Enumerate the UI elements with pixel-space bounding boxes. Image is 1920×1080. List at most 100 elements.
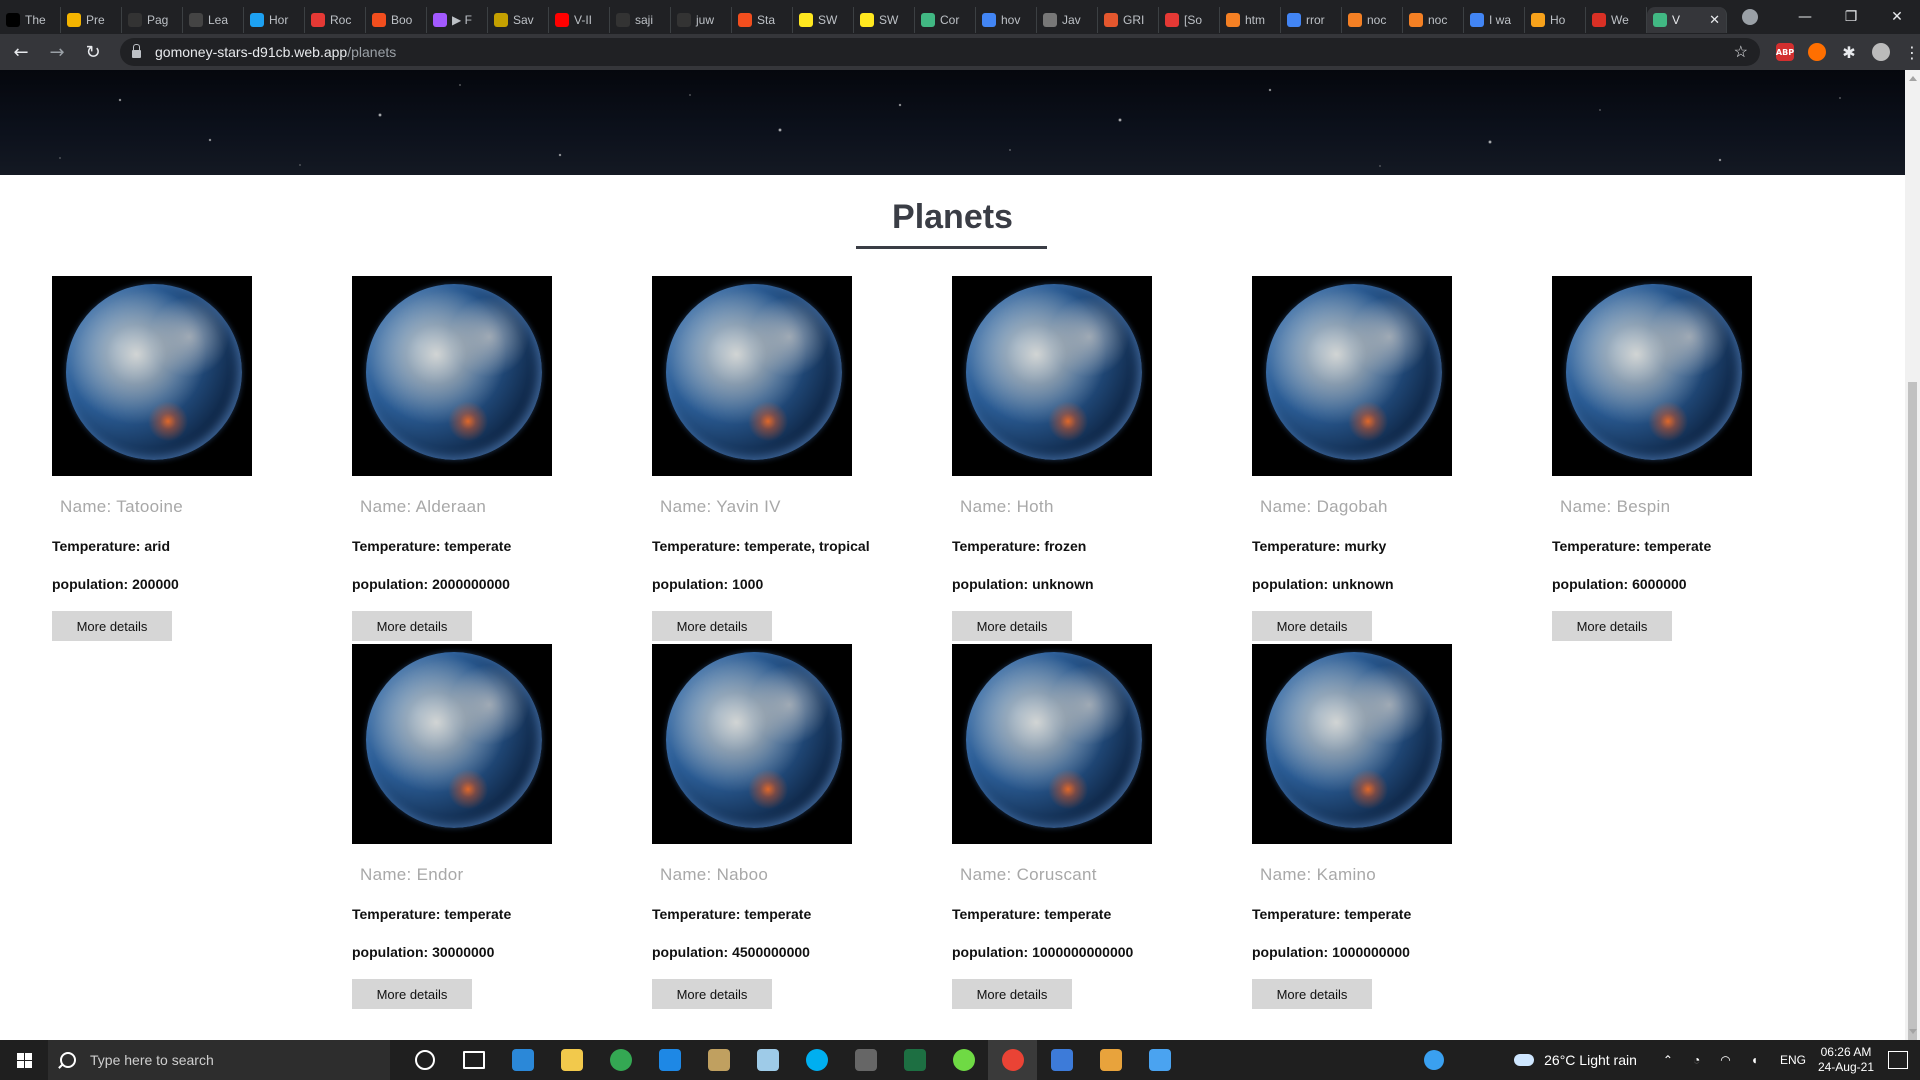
notification-icon[interactable] — [1888, 1051, 1908, 1069]
back-button[interactable]: ← — [6, 42, 36, 63]
close-tab-icon[interactable]: ✕ — [1709, 12, 1720, 28]
help-icon[interactable] — [1424, 1050, 1445, 1070]
browser-tab[interactable]: We — [1586, 7, 1647, 33]
browser-tab[interactable]: The — [0, 7, 61, 33]
more-details-button[interactable]: More details — [52, 611, 172, 641]
weather-widget[interactable]: 26°C Light rain — [1514, 1052, 1637, 1068]
planet-card: Name: Tatooine Temperature: arid populatio… — [52, 276, 342, 641]
planet-globe — [366, 652, 542, 828]
video-editor-icon[interactable] — [841, 1040, 890, 1080]
tools-icon[interactable] — [694, 1040, 743, 1080]
starfield-banner — [0, 70, 1905, 175]
taskbar-search[interactable]: Type here to search — [48, 1040, 390, 1080]
browser-tab[interactable]: ▶ F — [427, 7, 488, 33]
browser-tab[interactable]: Pag — [122, 7, 183, 33]
page-scrollbar[interactable] — [1905, 70, 1920, 1052]
vue-icon — [1653, 13, 1667, 27]
browser-tab[interactable]: I wa — [1464, 7, 1525, 33]
browser-tab[interactable]: V-II — [549, 7, 610, 33]
bookmark-star-icon[interactable]: ☆ — [1734, 42, 1748, 62]
browser-tab[interactable]: SW — [854, 7, 915, 33]
planet-globe — [66, 284, 242, 460]
cloud-icon — [1514, 1054, 1535, 1066]
windows-icon — [16, 1052, 32, 1068]
browser-tab[interactable]: Sav — [488, 7, 549, 33]
chrome-icon[interactable] — [596, 1040, 645, 1080]
skype-icon[interactable] — [792, 1040, 841, 1080]
reload-button[interactable]: ↻ — [78, 42, 108, 63]
tab-label: juw — [696, 13, 715, 27]
start-button[interactable] — [0, 1040, 48, 1080]
adblock-icon[interactable]: ABP — [1776, 43, 1794, 61]
avatar[interactable] — [1872, 43, 1890, 61]
more-details-button[interactable]: More details — [952, 979, 1072, 1009]
browser-tab[interactable]: GRI — [1098, 7, 1159, 33]
browser-tab[interactable]: hov — [976, 7, 1037, 33]
restore-button[interactable]: ❐ — [1828, 9, 1874, 25]
more-details-button[interactable]: More details — [1252, 979, 1372, 1009]
browser-tab[interactable]: Roc — [305, 7, 366, 33]
forward-button[interactable]: → — [42, 42, 72, 63]
wifi-icon[interactable]: ◠ — [1720, 1053, 1730, 1067]
cortana-icon[interactable] — [400, 1040, 449, 1080]
clock-date: 24-Aug-21 — [1817, 1060, 1874, 1074]
notepad-icon[interactable] — [743, 1040, 792, 1080]
planet-card: Name: Naboo Temperature: temperate populat… — [652, 644, 942, 1009]
browser-tab[interactable]: Ho — [1525, 7, 1586, 33]
extension-icon[interactable] — [1808, 43, 1826, 61]
address-bar[interactable]: gomoney-stars-d91cb.web.app/planets ☆ — [120, 38, 1760, 66]
browser-tab[interactable]: juw — [671, 7, 732, 33]
vscode-icon[interactable] — [645, 1040, 694, 1080]
chevron-up-icon[interactable]: ⌃ — [1663, 1053, 1673, 1067]
tab-search-icon[interactable] — [1742, 9, 1758, 25]
more-details-button[interactable]: More details — [1552, 611, 1672, 641]
browser-tab[interactable]: [So — [1159, 7, 1220, 33]
upwork-icon[interactable] — [939, 1040, 988, 1080]
browser-tab[interactable]: Lea — [183, 7, 244, 33]
window-icon[interactable] — [1135, 1040, 1184, 1080]
clock[interactable]: 06:26 AM 24-Aug-21 — [1818, 1045, 1874, 1075]
browser-tab[interactable]: noc — [1342, 7, 1403, 33]
minimize-button[interactable]: — — [1782, 9, 1828, 25]
tab-label: hov — [1001, 13, 1021, 27]
more-details-button[interactable]: More details — [952, 611, 1072, 641]
tab-label: [So — [1184, 13, 1203, 27]
more-details-button[interactable]: More details — [352, 611, 472, 641]
lock-icon[interactable] — [132, 44, 141, 58]
browser-tab[interactable]: htm — [1220, 7, 1281, 33]
gallery-icon[interactable] — [1086, 1040, 1135, 1080]
more-details-button[interactable]: More details — [652, 979, 772, 1009]
browser-tab[interactable]: rror — [1281, 7, 1342, 33]
browser-tab[interactable]: Pre — [61, 7, 122, 33]
browser-tab[interactable]: noc — [1403, 7, 1464, 33]
puzzle-icon[interactable]: ✱ — [1840, 43, 1858, 62]
planet-image — [352, 276, 552, 476]
scroll-up-icon[interactable] — [1909, 76, 1917, 81]
browser-tab[interactable]: saji — [610, 7, 671, 33]
chrome-active-icon[interactable] — [988, 1040, 1037, 1080]
more-details-button[interactable]: More details — [1252, 611, 1372, 641]
more-details-button[interactable]: More details — [652, 611, 772, 641]
close-window-button[interactable]: ✕ — [1874, 9, 1920, 25]
browser-tab[interactable]: Boo — [366, 7, 427, 33]
excel-icon[interactable] — [890, 1040, 939, 1080]
tab-label: The — [25, 13, 46, 27]
browser-tab[interactable]: Jav — [1037, 7, 1098, 33]
task-view-icon[interactable] — [449, 1040, 498, 1080]
browser-tab[interactable]: Cor — [915, 7, 976, 33]
tab-active[interactable]: V ✕ — [1647, 7, 1727, 33]
scroll-thumb[interactable] — [1908, 382, 1917, 1052]
mail-icon[interactable] — [498, 1040, 547, 1080]
language-indicator[interactable]: ENG — [1780, 1053, 1806, 1067]
volume-icon[interactable]: ◖ — [1751, 1053, 1758, 1067]
stackoverflow-icon — [1409, 13, 1423, 27]
more-details-button[interactable]: More details — [352, 979, 472, 1009]
file-explorer-icon[interactable] — [547, 1040, 596, 1080]
browser-tab[interactable]: Sta — [732, 7, 793, 33]
menu-icon[interactable]: ⋮ — [1904, 43, 1920, 62]
browser-tab[interactable]: SW — [793, 7, 854, 33]
browser-tab[interactable]: Hor — [244, 7, 305, 33]
app-window-icon[interactable] — [1037, 1040, 1086, 1080]
network-icon[interactable]: ◔ — [1693, 1053, 1700, 1067]
scroll-down-icon[interactable] — [1909, 1029, 1917, 1034]
